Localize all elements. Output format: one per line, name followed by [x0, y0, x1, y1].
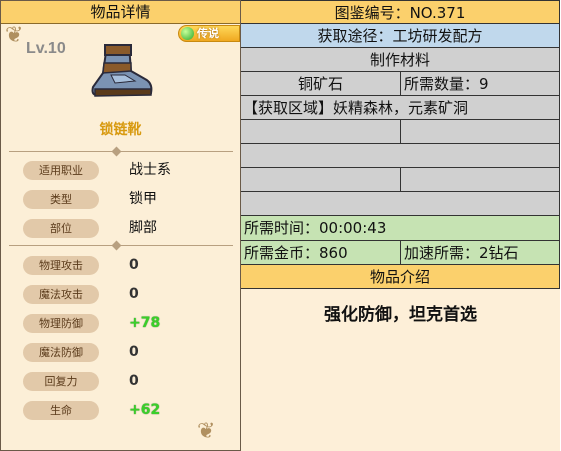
material-slot-empty: [401, 168, 560, 192]
materials-header: 制作材料: [241, 48, 560, 72]
item-name: 锁链靴: [99, 122, 142, 138]
info-value: 脚部: [129, 220, 157, 236]
region-row: 【获取区域】妖精森林，元素矿洞: [241, 96, 560, 120]
material-row-empty: [241, 144, 560, 168]
gold-cost: 所需金币：860: [241, 241, 401, 265]
item-detail-panel: 物品详情 ❦ ❦ Lv.10 传说 锁链靴 适用职业 战士系 类型 锁甲 部位 …: [0, 0, 241, 451]
material-quantity: 所需数量：9: [401, 72, 560, 96]
info-value: 锁甲: [129, 191, 157, 207]
stat-label: 魔法防御: [23, 343, 99, 362]
divider: [9, 151, 233, 152]
stat-value: +62: [129, 402, 161, 418]
info-label: 适用职业: [23, 161, 99, 180]
material-row-empty: [241, 192, 560, 216]
material-slot-empty: [241, 120, 401, 144]
material-slot-empty: [241, 168, 401, 192]
item-level: Lv.10: [26, 40, 66, 57]
corner-ornament-top-left-icon: ❦: [5, 23, 24, 48]
codex-panel: 图鉴编号：NO.371 获取途径：工坊研发配方 制作材料 铜矿石 所需数量：9 …: [241, 0, 560, 451]
green-gem-icon: [181, 27, 194, 40]
corner-ornament-bottom-right-icon: ❦: [197, 419, 216, 444]
item-detail-header: 物品详情: [1, 1, 240, 24]
info-label: 部位: [23, 219, 99, 238]
stat-value: 0: [129, 344, 139, 360]
stat-value: 0: [129, 257, 139, 273]
stat-label: 魔法攻击: [23, 285, 99, 304]
rarity-label: 传说: [197, 27, 219, 40]
info-value: 战士系: [129, 162, 171, 178]
time-row: 所需时间：00:00:43: [241, 216, 560, 241]
intro-header: 物品介绍: [241, 265, 560, 289]
codex-number: 图鉴编号：NO.371: [241, 0, 560, 24]
info-label: 类型: [23, 190, 99, 209]
stat-value: 0: [129, 286, 139, 302]
stat-value: +78: [129, 315, 161, 331]
stat-label: 物理防御: [23, 314, 99, 333]
intro-text: 强化防御，坦克首选: [324, 305, 477, 325]
divider: [9, 245, 233, 246]
stat-label: 物理攻击: [23, 256, 99, 275]
speedup-cost: 加速所需：2钻石: [401, 241, 560, 265]
stat-label: 回复力: [23, 372, 99, 391]
source-row: 获取途径：工坊研发配方: [241, 24, 560, 48]
material-slot-empty: [401, 120, 560, 144]
chain-boot-icon: [91, 44, 153, 97]
material-name: 铜矿石: [241, 72, 401, 96]
rarity-badge: 传说: [178, 25, 240, 42]
stat-label: 生命: [23, 401, 99, 420]
stat-value: 0: [129, 373, 139, 389]
